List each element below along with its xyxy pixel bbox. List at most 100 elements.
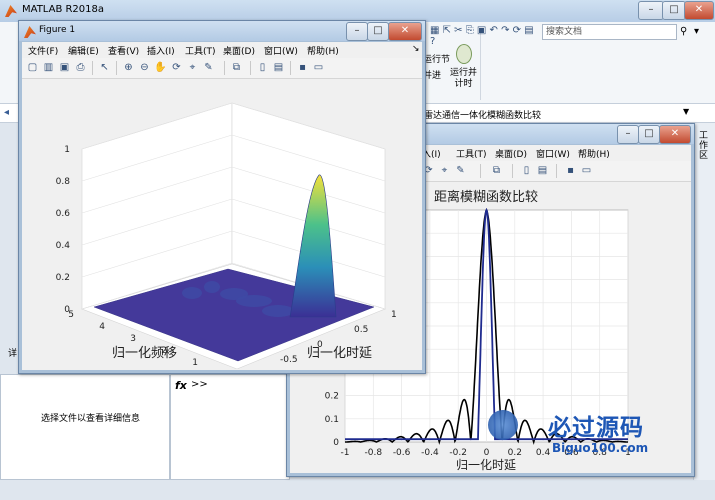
show-plot-tools-icon[interactable]: ▭ bbox=[580, 164, 593, 177]
y-tick-label: 5 bbox=[68, 310, 74, 320]
matlab-logo-icon bbox=[5, 5, 17, 17]
watermark-logo-icon bbox=[488, 410, 518, 440]
search-input[interactable]: 搜索文档 bbox=[542, 24, 677, 40]
print-icon[interactable]: ⎙ bbox=[74, 61, 87, 74]
colorbar-icon[interactable]: ▯ bbox=[520, 164, 533, 177]
menu-insert[interactable]: 插入(I) bbox=[147, 44, 175, 57]
open-file-icon[interactable]: ▥ bbox=[42, 61, 55, 74]
y-tick-labels: 0 0.1 0.2 bbox=[325, 392, 340, 448]
x-tick-label: -0.8 bbox=[365, 448, 383, 458]
data-cursor-icon[interactable]: ⌖ bbox=[186, 61, 199, 74]
watermark-brand: 必过源码 bbox=[548, 415, 644, 441]
menu-file[interactable]: 文件(F) bbox=[28, 44, 58, 57]
brush-icon[interactable]: ✎ bbox=[202, 61, 215, 74]
zoom-in-icon[interactable]: ⊕ bbox=[122, 61, 135, 74]
figure2-minimize-button[interactable]: – bbox=[617, 125, 639, 144]
x-axis-label: 归一化时延 bbox=[456, 458, 516, 472]
figure1-toolbar: ▢ ▥ ▣ ⎙ ↖ ⊕ ⊖ ✋ ⟳ ⌖ ✎ ⧉ ▯ ▤ ▪ ▭ bbox=[22, 58, 422, 79]
datacursor-icon[interactable]: ⌖ bbox=[438, 164, 451, 177]
x-tick-label: -0.6 bbox=[393, 448, 411, 458]
expand-toolstrip-icon[interactable]: ▾ bbox=[694, 26, 699, 37]
main-window-title: MATLAB R2018a bbox=[22, 4, 105, 15]
menu-desktop[interactable]: 桌面(D) bbox=[223, 44, 255, 57]
command-prompt[interactable]: >> bbox=[191, 379, 208, 390]
figure2-menu-tools[interactable]: 工具(T) bbox=[456, 147, 487, 160]
sidelobe-ridge bbox=[182, 287, 202, 299]
hide-plot-tools-icon[interactable]: ▪ bbox=[564, 164, 577, 177]
figure-logo-icon bbox=[24, 26, 36, 38]
current-folder-path: 雷达通信一体化模糊函数比较 bbox=[424, 111, 542, 121]
x-axis-label: 归一化时延 bbox=[307, 346, 372, 361]
link-plot-icon[interactable]: ⧉ bbox=[230, 61, 243, 74]
pan-hand-icon[interactable]: ✋ bbox=[154, 61, 167, 74]
new-figure-icon[interactable]: ▢ bbox=[26, 61, 39, 74]
chart-title: 距离模糊函数比较 bbox=[434, 189, 538, 205]
y-tick-label: 3 bbox=[130, 334, 136, 344]
figure1-maximize-button[interactable]: □ bbox=[367, 22, 389, 41]
run-and-time-icon[interactable] bbox=[456, 44, 472, 64]
quick-access-icon[interactable]: ▦ ⇱ ✂ ⎘ ▣ ↶ ↷ ⟳ ▤ ? bbox=[430, 25, 538, 47]
legend-icon[interactable]: ▤ bbox=[536, 164, 549, 177]
figure1-minimize-button[interactable]: – bbox=[346, 22, 368, 41]
figure1-window[interactable]: Figure 1 – □ ✕ 文件(F) 编辑(E) 查看(V) 插入(I) 工… bbox=[18, 20, 426, 374]
select-arrow-icon[interactable]: ↖ bbox=[98, 61, 111, 74]
link-icon[interactable]: ⧉ bbox=[490, 164, 503, 177]
run-and-time-button[interactable]: 运行并 计时 bbox=[450, 68, 477, 90]
back-icon[interactable]: ◂ bbox=[4, 107, 9, 118]
x-tick-label: -0.2 bbox=[449, 448, 467, 458]
figure2-close-button[interactable]: ✕ bbox=[659, 125, 691, 144]
menu-tools[interactable]: 工具(T) bbox=[185, 44, 216, 57]
details-label: 详 bbox=[8, 349, 18, 359]
y-tick-label: 0.2 bbox=[325, 392, 339, 402]
figure1-title: Figure 1 bbox=[39, 25, 76, 35]
menu-edit[interactable]: 编辑(E) bbox=[68, 44, 99, 57]
figure1-close-button[interactable]: ✕ bbox=[388, 22, 422, 41]
zoom-out-icon[interactable]: ⊖ bbox=[138, 61, 151, 74]
figure2-maximize-button[interactable]: □ bbox=[638, 125, 660, 144]
figure1-menu-bar: 文件(F) 编辑(E) 查看(V) 插入(I) 工具(T) 桌面(D) 窗口(W… bbox=[22, 42, 422, 58]
main-close-button[interactable]: ✕ bbox=[684, 1, 714, 20]
x-tick-label: 0.2 bbox=[508, 448, 522, 458]
command-window[interactable]: fx >> bbox=[170, 374, 290, 480]
z-tick-label: 0.4 bbox=[56, 241, 71, 251]
figure2-menu-desktop[interactable]: 桌面(D) bbox=[495, 147, 527, 160]
details-panel: 选择文件以查看详细信息 bbox=[0, 374, 170, 480]
y-axis-label: 归一化频移 bbox=[112, 346, 177, 361]
show-plot-tools-icon[interactable]: ▭ bbox=[312, 61, 325, 74]
menu-view[interactable]: 查看(V) bbox=[108, 44, 139, 57]
figure2-menu-window[interactable]: 窗口(W) bbox=[536, 147, 570, 160]
sidelobe-ridge bbox=[262, 305, 294, 317]
z-tick-labels: 00.20.40.60.81 bbox=[56, 145, 71, 315]
figure2-menu-help[interactable]: 帮助(H) bbox=[578, 147, 610, 160]
z-tick-label: 0.2 bbox=[56, 273, 70, 283]
y-tick-label: 4 bbox=[99, 322, 105, 332]
x-tick-label: 0.4 bbox=[536, 448, 551, 458]
x-tick-label: 0 bbox=[484, 448, 490, 458]
main-maximize-button[interactable]: □ bbox=[662, 1, 686, 20]
fx-icon[interactable]: fx bbox=[175, 379, 187, 392]
workspace-rail-label: 工作区 bbox=[699, 131, 709, 161]
rotate-3d-icon[interactable]: ⟳ bbox=[170, 61, 183, 74]
z-tick-label: 0.8 bbox=[56, 177, 71, 187]
menu-help[interactable]: 帮助(H) bbox=[307, 44, 339, 57]
folder-dropdown-icon[interactable]: ▼ bbox=[683, 107, 689, 116]
brush-icon[interactable]: ✎ bbox=[454, 164, 467, 177]
main-title-bar: MATLAB R2018a – □ ✕ bbox=[0, 0, 715, 22]
status-bar bbox=[0, 480, 715, 500]
save-icon[interactable]: ▣ bbox=[58, 61, 71, 74]
main-minimize-button[interactable]: – bbox=[638, 1, 664, 20]
z-tick-label: 1 bbox=[64, 145, 70, 155]
search-icon[interactable]: ⚲ bbox=[680, 26, 687, 37]
y-tick-label: 0.1 bbox=[325, 415, 339, 425]
workspace-rail[interactable]: 工作区 bbox=[693, 123, 715, 500]
run-section-label[interactable]: 运行节 bbox=[423, 52, 450, 65]
menu-expand-icon[interactable]: ↘ bbox=[412, 44, 420, 54]
figure1-canvas: 00.20.40.60.81 -1-0.500.51 012345 归一化时延 … bbox=[22, 79, 422, 370]
menu-window[interactable]: 窗口(W) bbox=[264, 44, 298, 57]
x-tick-label: -0.4 bbox=[421, 448, 439, 458]
legend-icon[interactable]: ▤ bbox=[272, 61, 285, 74]
hide-plot-tools-icon[interactable]: ▪ bbox=[296, 61, 309, 74]
colorbar-icon[interactable]: ▯ bbox=[256, 61, 269, 74]
watermark-url: Biguo100.com bbox=[552, 441, 649, 455]
x-tick-label: -1 bbox=[341, 448, 350, 458]
